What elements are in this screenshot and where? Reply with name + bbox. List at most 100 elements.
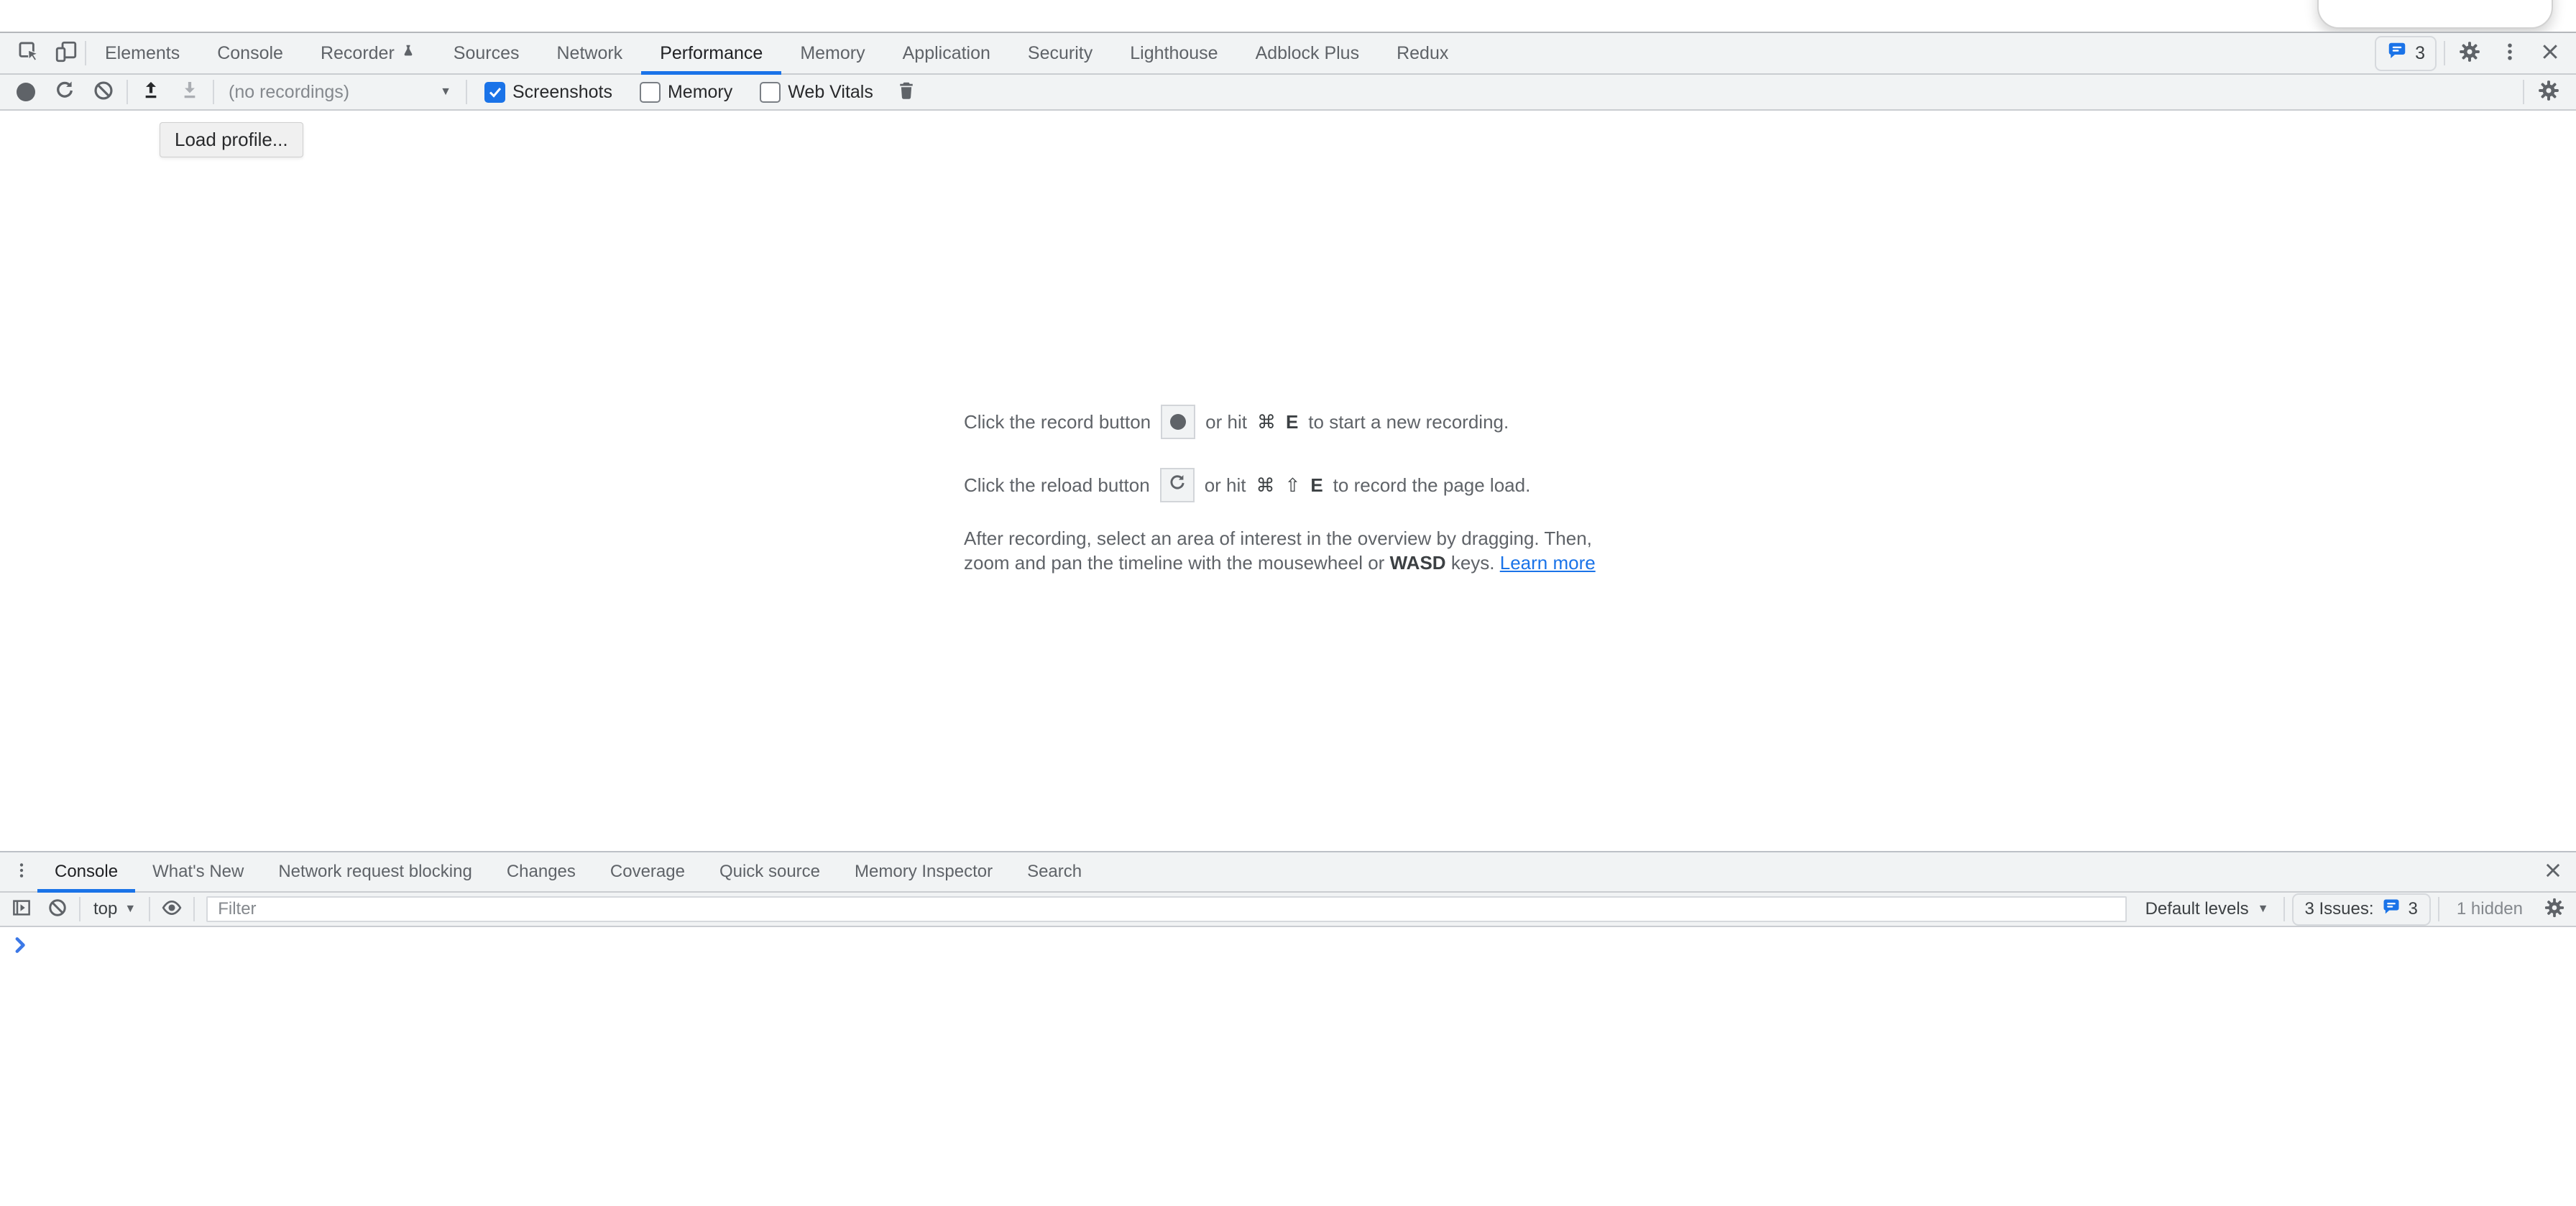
record-icon bbox=[17, 83, 35, 101]
issues-count: 3 bbox=[2409, 899, 2418, 919]
wasd-keys-label: WASD bbox=[1390, 552, 1446, 574]
console-toolbar: top ▼ Default levels ▼ 3 Issues: bbox=[0, 893, 2576, 927]
log-levels-dropdown[interactable]: Default levels ▼ bbox=[2138, 899, 2276, 919]
checkbox-unchecked-icon bbox=[760, 82, 781, 103]
drawer-tab-console[interactable]: Console bbox=[37, 852, 135, 891]
block-icon bbox=[92, 79, 115, 106]
tab-recorder[interactable]: Recorder bbox=[302, 33, 435, 73]
capture-settings-button[interactable] bbox=[2531, 76, 2566, 108]
record-button[interactable] bbox=[10, 76, 42, 108]
e-key-symbol: E bbox=[1310, 474, 1322, 497]
drawer-tab-coverage[interactable]: Coverage bbox=[593, 852, 702, 891]
console-prompt-chevron-icon bbox=[14, 936, 27, 958]
tab-adblock-plus[interactable]: Adblock Plus bbox=[1237, 33, 1379, 73]
javascript-context-dropdown[interactable]: top ▼ bbox=[88, 899, 142, 919]
drawer-tabbar: Console What's New Network request block… bbox=[0, 852, 2576, 893]
issues-counter-button[interactable]: 3 bbox=[2375, 36, 2437, 71]
sidebar-panel-icon bbox=[11, 897, 32, 922]
chevron-down-icon: ▼ bbox=[440, 86, 451, 98]
gear-icon bbox=[2543, 896, 2566, 923]
hidden-messages-label: 1 hidden bbox=[2457, 899, 2523, 919]
close-icon bbox=[2543, 860, 2563, 884]
drawer-tab-search[interactable]: Search bbox=[1010, 852, 1099, 891]
close-devtools-button[interactable] bbox=[2533, 36, 2567, 70]
tab-performance[interactable]: Performance bbox=[641, 33, 781, 73]
devtools-window: Elements Console Recorder Sources Networ… bbox=[0, 32, 2576, 1206]
checkbox-unchecked-icon bbox=[640, 82, 661, 103]
console-filter-input[interactable] bbox=[206, 896, 2126, 922]
block-icon bbox=[47, 897, 68, 922]
divider bbox=[2444, 41, 2445, 65]
more-options-button[interactable] bbox=[2494, 36, 2526, 70]
clear-recording-button[interactable] bbox=[88, 76, 119, 108]
tab-redux[interactable]: Redux bbox=[1378, 33, 1467, 73]
divider bbox=[466, 80, 467, 104]
tab-console[interactable]: Console bbox=[198, 33, 302, 73]
screenshots-checkbox[interactable]: Screenshots bbox=[484, 82, 612, 103]
memory-checkbox[interactable]: Memory bbox=[640, 82, 732, 103]
drawer-tab-quick-source[interactable]: Quick source bbox=[702, 852, 837, 891]
divider bbox=[213, 80, 214, 104]
settings-button[interactable] bbox=[2452, 36, 2487, 70]
inspect-cursor-icon bbox=[17, 40, 41, 68]
reload-instruction-line: Click the reload button or hit ⌘ ⇧ E to … bbox=[964, 467, 1596, 503]
drawer-menu-button[interactable] bbox=[6, 856, 37, 888]
tab-application[interactable]: Application bbox=[884, 33, 1009, 73]
drawer-tab-network-request-blocking[interactable]: Network request blocking bbox=[261, 852, 489, 891]
divider bbox=[149, 897, 150, 921]
inline-reload-button[interactable] bbox=[1160, 468, 1195, 502]
kebab-menu-icon bbox=[12, 861, 31, 883]
tab-security[interactable]: Security bbox=[1009, 33, 1111, 73]
inline-record-button[interactable] bbox=[1161, 405, 1195, 439]
tab-network[interactable]: Network bbox=[538, 33, 642, 73]
reload-and-profile-button[interactable] bbox=[49, 76, 80, 108]
drawer-tab-whats-new[interactable]: What's New bbox=[135, 852, 261, 891]
console-messages-area[interactable] bbox=[0, 927, 2576, 1206]
garbage-collect-button[interactable] bbox=[891, 76, 922, 108]
browser-strip bbox=[0, 0, 2576, 32]
close-drawer-button[interactable] bbox=[2537, 856, 2569, 888]
learn-more-link[interactable]: Learn more bbox=[1500, 552, 1596, 574]
devtools-tabbar: Elements Console Recorder Sources Networ… bbox=[0, 33, 2576, 75]
divider bbox=[79, 897, 80, 921]
console-settings-button[interactable] bbox=[2540, 895, 2569, 924]
reload-icon bbox=[53, 79, 76, 106]
tab-elements[interactable]: Elements bbox=[86, 33, 198, 73]
kebab-menu-icon bbox=[2499, 41, 2521, 66]
save-profile-button-disabled[interactable] bbox=[174, 76, 206, 108]
issues-bubble-icon bbox=[2386, 40, 2408, 67]
drawer-tab-memory-inspector[interactable]: Memory Inspector bbox=[837, 852, 1010, 891]
cmd-key-symbol: ⌘ bbox=[1257, 411, 1276, 433]
recordings-dropdown[interactable]: (no recordings) ▼ bbox=[221, 82, 459, 103]
divider bbox=[2283, 897, 2285, 921]
load-profile-button[interactable] bbox=[135, 76, 167, 108]
drawer-tab-changes[interactable]: Changes bbox=[489, 852, 593, 891]
clear-console-button[interactable] bbox=[43, 895, 72, 924]
chevron-down-icon: ▼ bbox=[2258, 903, 2269, 916]
divider bbox=[2438, 897, 2439, 921]
issues-counter-button[interactable]: 3 Issues: 3 bbox=[2292, 893, 2431, 926]
tabbar-right-controls: 3 bbox=[2375, 36, 2576, 71]
e-key-symbol: E bbox=[1286, 411, 1298, 433]
trash-icon bbox=[896, 80, 917, 105]
console-sidebar-toggle-button[interactable] bbox=[7, 895, 36, 924]
reload-icon bbox=[1167, 473, 1187, 498]
tab-sources[interactable]: Sources bbox=[435, 33, 538, 73]
create-live-expression-button[interactable] bbox=[157, 895, 186, 924]
empty-state-instructions: Click the record button or hit ⌘ E to st… bbox=[964, 404, 1596, 575]
gear-icon bbox=[2457, 40, 2482, 68]
gear-icon bbox=[2536, 78, 2561, 106]
tab-lighthouse[interactable]: Lighthouse bbox=[1111, 33, 1236, 73]
chevron-down-icon: ▼ bbox=[124, 903, 136, 916]
cmd-key-symbol: ⌘ bbox=[1256, 474, 1275, 497]
divider bbox=[126, 80, 128, 104]
device-toolbar-button[interactable] bbox=[47, 34, 85, 72]
tab-memory[interactable]: Memory bbox=[781, 33, 883, 73]
record-instruction-line: Click the record button or hit ⌘ E to st… bbox=[964, 404, 1596, 440]
drawer: Console What's New Network request block… bbox=[0, 851, 2576, 1206]
device-toolbar-icon bbox=[54, 40, 78, 68]
load-profile-tooltip: Load profile... bbox=[160, 122, 303, 157]
browser-popup-remnant bbox=[2317, 0, 2553, 29]
web-vitals-checkbox[interactable]: Web Vitals bbox=[760, 82, 873, 103]
inspect-element-button[interactable] bbox=[10, 34, 47, 72]
